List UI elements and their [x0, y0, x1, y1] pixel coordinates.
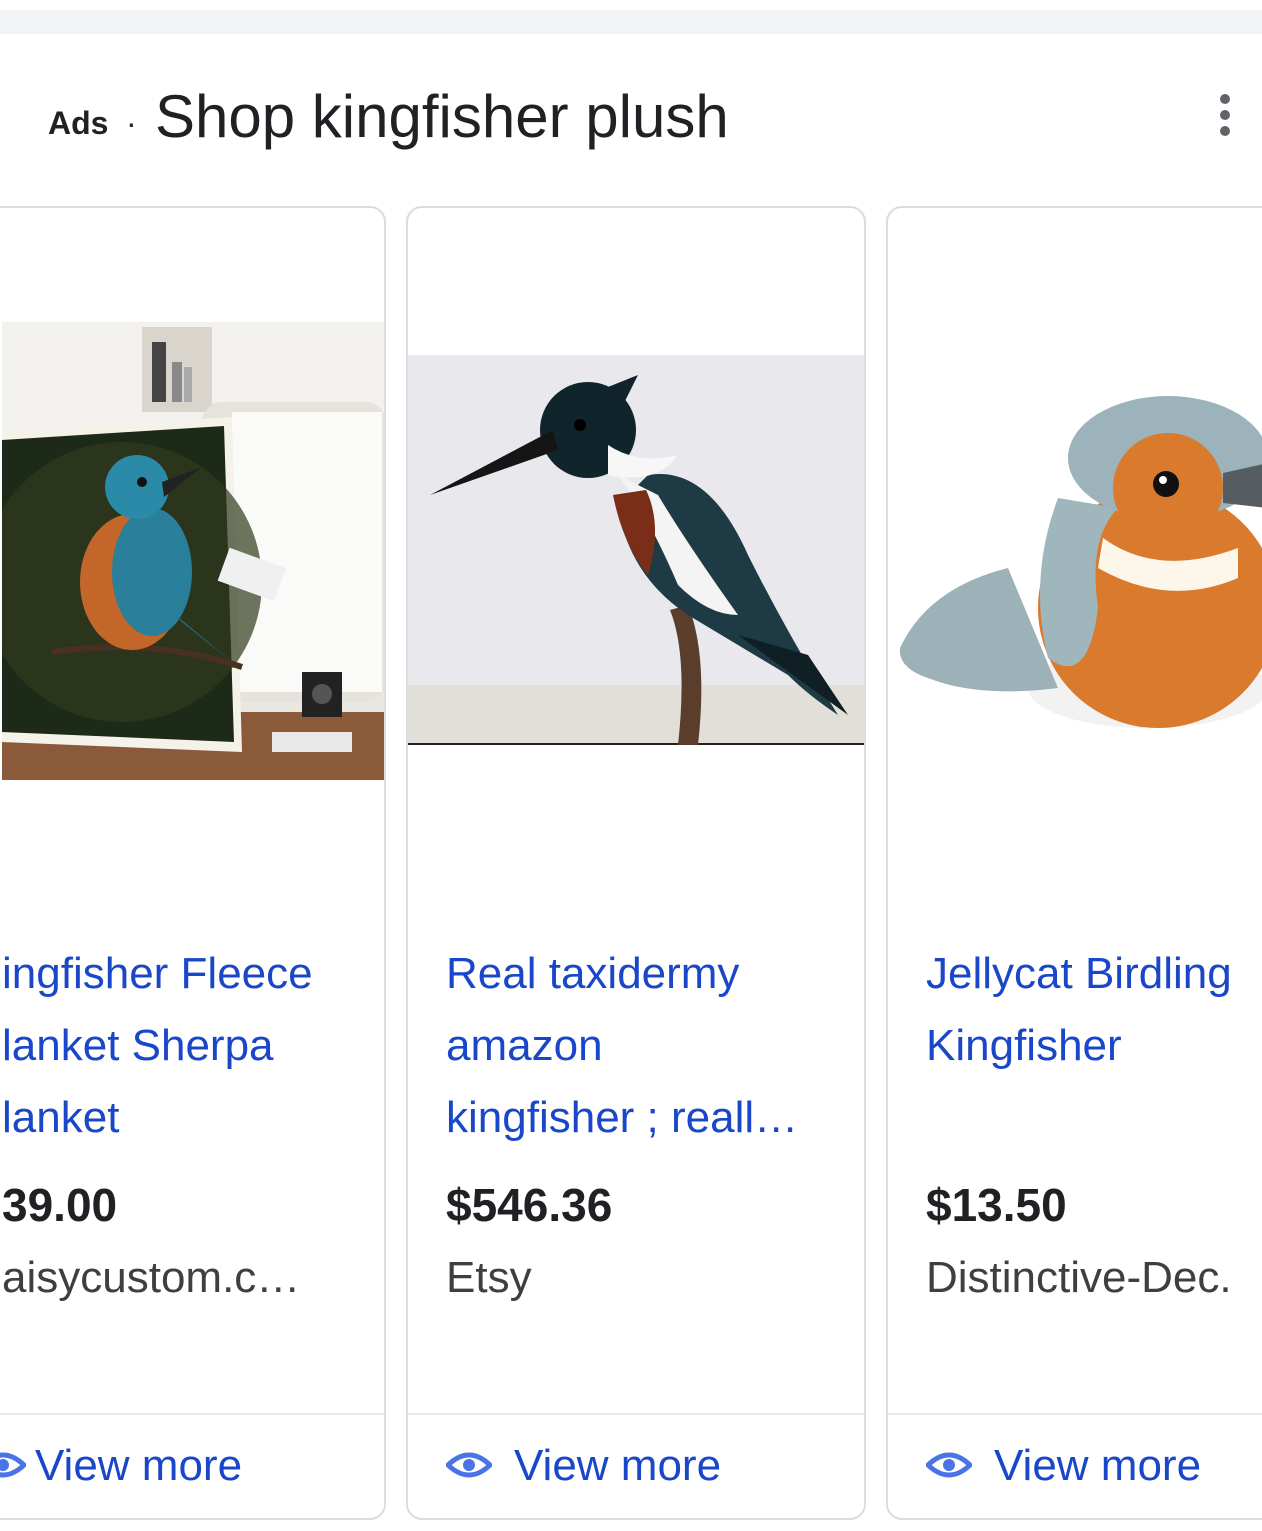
eye-icon [926, 1452, 972, 1478]
product-price-3: $13.50 [926, 1179, 1067, 1231]
product-card-3[interactable]: Jellycat Birdling Kingfisher $13.50 Dist… [886, 206, 1262, 1520]
product-title-line[interactable]: lanket [2, 1082, 313, 1154]
product-title-2[interactable]: Real taxidermy amazon kingfisher ; reall… [446, 938, 798, 1154]
merchant-name-3: Distinctive-Dec. [926, 1253, 1232, 1302]
product-price-1: 39.00 [2, 1179, 118, 1231]
product-title-line[interactable]: Jellycat Birdling [926, 938, 1232, 1010]
product-image-1[interactable] [2, 322, 384, 780]
product-title-line[interactable]: kingfisher ; reall… [446, 1082, 798, 1154]
product-image-3[interactable] [888, 358, 1262, 808]
view-more-link-1[interactable]: View more [35, 1441, 242, 1491]
product-price-2: $546.36 [446, 1179, 613, 1231]
product-image-2[interactable] [408, 355, 864, 745]
merchant-name-1: aisycustom.c… [2, 1253, 301, 1302]
product-card-2[interactable]: Real taxidermy amazon kingfisher ; reall… [406, 206, 866, 1520]
product-title-1[interactable]: ingfisher Fleece lanket Sherpa lanket [2, 938, 313, 1154]
product-card-1[interactable]: ingfisher Fleece lanket Sherpa lanket 39… [0, 206, 386, 1520]
plush-kingfisher-image [888, 358, 1262, 808]
kingfisher-blanket-image [2, 322, 384, 780]
product-title-3[interactable]: Jellycat Birdling Kingfisher [926, 938, 1232, 1082]
view-more-row-2[interactable]: View more [408, 1413, 864, 1518]
eye-icon [0, 1452, 26, 1478]
view-more-link-2[interactable]: View more [514, 1441, 721, 1491]
view-more-row-3[interactable]: View more [888, 1413, 1262, 1518]
taxidermy-kingfisher-image [408, 355, 864, 745]
merchant-name-2: Etsy [446, 1253, 532, 1302]
product-title-line[interactable]: amazon [446, 1010, 798, 1082]
view-more-link-3[interactable]: View more [994, 1441, 1201, 1491]
product-carousel[interactable]: ingfisher Fleece lanket Sherpa lanket 39… [0, 0, 1262, 1531]
eye-icon [446, 1452, 492, 1478]
product-title-line[interactable]: Kingfisher [926, 1010, 1232, 1082]
product-title-line[interactable]: Real taxidermy [446, 938, 798, 1010]
product-title-line[interactable]: lanket Sherpa [2, 1010, 313, 1082]
view-more-row-1[interactable]: View more [0, 1413, 384, 1518]
product-title-line[interactable]: ingfisher Fleece [2, 938, 313, 1010]
